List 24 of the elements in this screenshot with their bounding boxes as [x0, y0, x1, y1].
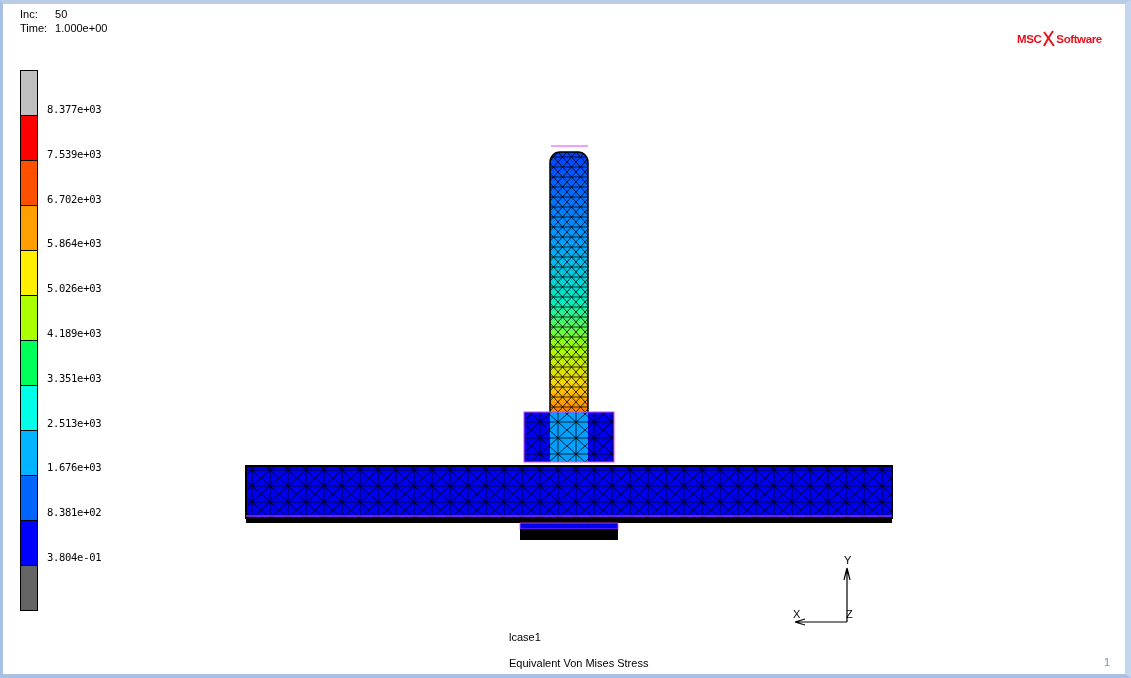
x-axis-label: X [793, 608, 801, 620]
legend-value-label: 8.377e+03 [47, 103, 102, 115]
logo-text: MSC [1017, 33, 1042, 45]
axis-triad-drawing [794, 567, 851, 626]
logo-text: Software [1056, 33, 1102, 45]
page-number: 1 [1104, 656, 1111, 668]
y-axis-label: Y [844, 554, 852, 566]
time-value: 1.000e+00 [55, 22, 108, 34]
legend-value-label: 2.513e+03 [47, 416, 102, 429]
legend-value-label: 5.026e+03 [47, 282, 102, 295]
legend-value-label: 1.676e+03 [47, 461, 102, 474]
time-label: Time: [20, 22, 48, 34]
legend-value-label: 7.539e+03 [47, 147, 102, 160]
logo-swoosh-icon [1042, 30, 1057, 48]
legend-value-label: 8.381e+02 [47, 506, 102, 519]
legend-value-label: 5.864e+03 [47, 237, 102, 250]
load-case-label: lcase1 [509, 631, 541, 643]
legend-value-label: 3.804e-01 [47, 550, 102, 563]
increment-label: Inc: [20, 8, 39, 20]
result-quantity-label: Equivalent Von Mises Stress [509, 657, 649, 669]
legend-value-label: 6.702e+03 [47, 192, 102, 205]
legend-value-label: 3.351e+03 [47, 371, 102, 384]
legend-value-label: 4.189e+03 [47, 327, 102, 339]
increment-value: 50 [55, 8, 69, 20]
